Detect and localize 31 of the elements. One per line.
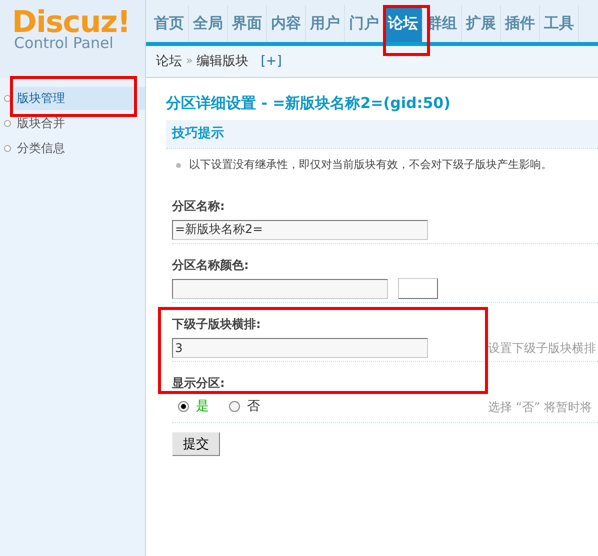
radio-button[interactable] — [178, 401, 189, 412]
submit-button[interactable]: 提交 — [172, 432, 220, 456]
field-hint: 设置下级子版块横排 — [488, 340, 596, 356]
field-label: 分区名称颜色: — [172, 256, 249, 274]
bullet-icon — [4, 120, 11, 127]
breadcrumb-current: 编辑版块 — [196, 52, 249, 71]
sidebar-item[interactable]: 版块合并 — [15, 112, 145, 135]
field-label: 分区名称: — [172, 198, 225, 214]
text-input[interactable]: 3 — [172, 338, 428, 358]
field-label: 下级子版块横排: — [172, 316, 261, 332]
color-swatch[interactable] — [398, 278, 438, 299]
radio-label: 否 — [247, 398, 260, 416]
sidebar-item[interactable]: 分类信息 — [15, 137, 145, 160]
color-input[interactable] — [172, 278, 388, 298]
text-input[interactable]: =新版块名称2= — [172, 220, 428, 240]
bullet-icon — [4, 145, 11, 152]
breadcrumb-separator: » — [186, 53, 193, 70]
breadcrumb-link[interactable]: 论坛 — [156, 52, 182, 72]
logo-mark: ! — [117, 8, 131, 38]
radio-label: 是 — [196, 398, 209, 416]
expand-link[interactable]: [+] — [260, 52, 282, 72]
tip-text: 以下设置没有继承性，即仅对当前版块有效，不会对下级子版块产生影响。 — [189, 157, 552, 173]
bullet-icon — [176, 162, 181, 168]
page-title: 分区详细设置 - =新版块名称2=(gid:50) — [166, 93, 452, 114]
field-label: 显示分区: — [172, 374, 225, 392]
field-hint: 选择 “否” 将暂时将 — [488, 398, 592, 416]
logo-subtitle: Control Panel — [14, 36, 114, 51]
radio-button[interactable] — [229, 401, 240, 412]
tips-heading: 技巧提示 — [172, 125, 224, 144]
sidebar-item[interactable]: 版块管理 — [15, 87, 145, 110]
logo-text: Discuz — [12, 8, 118, 38]
